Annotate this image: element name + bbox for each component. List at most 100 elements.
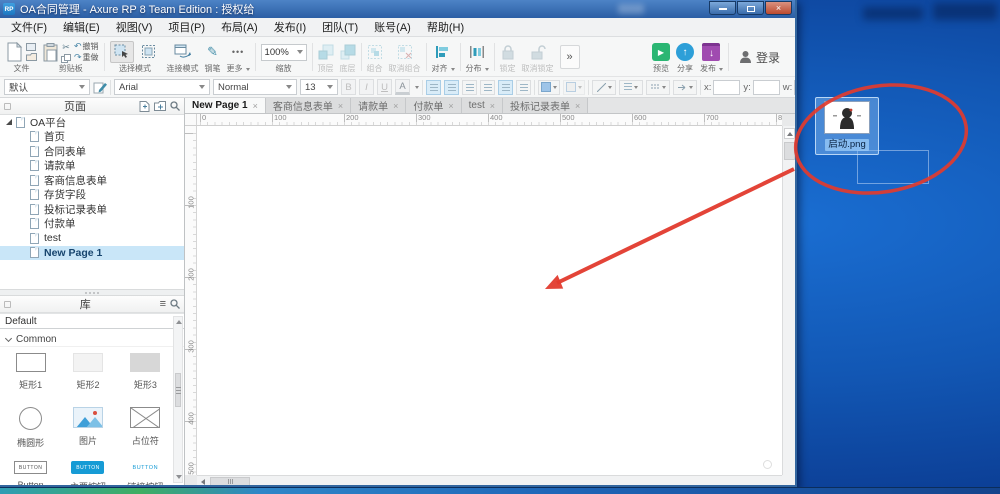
widget-placeholder[interactable]: 占位符 [117,407,174,453]
scroll-up-button[interactable] [784,128,795,139]
close-button[interactable]: × [765,1,792,15]
edit-style-icon[interactable] [93,81,107,94]
align-left-button[interactable] [426,79,441,95]
scrollbar-thumb[interactable] [210,477,250,485]
menu-edit[interactable]: 编辑(E) [55,17,108,37]
menu-publish[interactable]: 发布(I) [266,17,314,37]
align-bottom-button[interactable] [516,79,531,95]
tree-item-contract-form[interactable]: 合同表单 [0,144,184,159]
paste-icon[interactable] [43,42,58,62]
more-icon[interactable]: ••• [232,47,244,57]
more-label[interactable]: 更多 [227,64,250,74]
underline-button[interactable]: U [377,79,392,95]
cut-icon[interactable]: ✂ [62,42,70,53]
distribute-label[interactable]: 分布 [466,64,489,74]
widget-image[interactable]: 图片 [59,407,116,453]
minimize-button[interactable] [709,1,736,15]
publish-button[interactable]: ↓ [702,43,721,61]
w-input[interactable] [794,79,795,95]
menu-account[interactable]: 账号(A) [366,17,419,37]
bold-button[interactable]: B [341,79,356,95]
text-color-caret[interactable] [415,85,419,89]
tab-bid-record-form[interactable]: 投标记录表单 × [503,98,589,113]
menu-arrange[interactable]: 布局(A) [213,17,266,37]
library-scrollbar[interactable] [173,316,183,483]
fill-color-button[interactable] [538,79,560,95]
taskbar[interactable] [0,487,1000,494]
widget-primary-button[interactable]: BUTTON 主要按钮 [59,461,116,485]
tab-payment-request[interactable]: 请款单 × [351,98,407,113]
close-icon[interactable]: × [448,101,453,111]
text-color-button[interactable]: A [395,79,410,95]
menu-view[interactable]: 视图(V) [108,17,161,37]
tab-new-page-1[interactable]: New Page 1 × [185,98,266,113]
tree-item-inventory-fields[interactable]: 存货字段 [0,188,184,203]
pen-icon[interactable]: ✎ [207,44,218,60]
share-button[interactable]: ↑ [675,43,694,61]
panel-splitter[interactable] [0,289,184,296]
titlebar[interactable]: RP OA合同管理 - Axure RP 8 Team Edition : 授权… [0,0,795,18]
save-icon[interactable] [26,43,36,51]
x-input[interactable] [713,79,741,95]
library-select[interactable]: Default [0,313,184,329]
tree-item-oa-platform[interactable]: OA平台 [0,115,184,130]
scroll-left-button[interactable] [198,477,208,485]
panel-collapse-icon[interactable] [4,102,11,110]
close-icon[interactable]: × [490,101,495,111]
panel-collapse-icon[interactable] [4,300,11,308]
file-group[interactable]: 文件 [3,39,40,75]
tree-item-payment-form[interactable]: 付款单 [0,217,184,232]
style-preset-select[interactable]: 默认 [4,79,90,95]
search-icon[interactable] [170,299,180,309]
tree-item-test[interactable]: test [0,231,184,246]
group-icon[interactable] [367,44,383,60]
menu-help[interactable]: 帮助(H) [419,17,472,37]
copy-icon[interactable] [61,53,71,63]
new-page-icon[interactable] [6,42,23,62]
tab-vendor-info-form[interactable]: 客商信息表单 × [265,98,352,113]
toolbar-overflow-button[interactable]: » [559,45,580,69]
menu-team[interactable]: 团队(T) [314,17,366,37]
maximize-button[interactable] [737,1,764,15]
menu-file[interactable]: 文件(F) [3,17,55,37]
line-style-button[interactable] [646,79,670,95]
lock-icon[interactable] [501,44,515,60]
vertical-scrollbar[interactable] [782,126,795,475]
add-folder-button[interactable] [154,101,166,111]
y-input[interactable] [752,79,780,95]
publish-label[interactable]: 发布 [700,64,723,74]
scroll-down-icon[interactable] [176,475,182,479]
widget-rect3[interactable]: 矩形3 [117,353,174,399]
intersect-select-mode-button[interactable] [109,41,134,63]
tab-test[interactable]: test × [461,98,504,113]
open-folder-icon[interactable] [26,53,37,61]
distribute-icon[interactable] [469,44,485,60]
line-color-button[interactable] [592,79,616,95]
widget-rect2[interactable]: 矩形2 [59,353,116,399]
close-icon[interactable]: × [338,101,343,111]
font-family-select[interactable]: Arial [114,79,210,95]
preview-button[interactable]: ▶ [651,43,670,61]
close-icon[interactable]: × [575,101,580,111]
tree-item-vendor-info-form[interactable]: 客商信息表单 [0,173,184,188]
add-page-button[interactable] [139,100,150,112]
menu-project[interactable]: 项目(P) [160,17,213,37]
clipboard-group[interactable]: ✂ ↶撤销 ↷重做 剪贴板 [40,39,102,75]
desktop-icon-qidong-png[interactable]: 启动.png [815,97,879,155]
horizontal-scrollbar[interactable] [197,475,782,485]
italic-button[interactable]: I [359,79,374,95]
align-right-button[interactable] [462,79,477,95]
zoom-select[interactable]: 100% [260,43,307,61]
font-weight-select[interactable]: Normal [213,79,297,95]
align-label[interactable]: 对齐 [432,64,455,74]
tree-item-new-page-1[interactable]: New Page 1 [0,245,184,260]
tree-item-bid-record-form[interactable]: 投标记录表单 [0,202,184,217]
send-to-back-icon[interactable] [340,44,356,60]
login-button[interactable]: 登录 [731,39,792,75]
redo-button[interactable]: ↷重做 [74,52,99,63]
line-width-button[interactable] [619,79,643,95]
align-middle-button[interactable] [498,79,513,95]
close-icon[interactable]: × [253,101,258,111]
design-canvas[interactable] [197,126,782,475]
scroll-up-icon[interactable] [176,320,182,324]
